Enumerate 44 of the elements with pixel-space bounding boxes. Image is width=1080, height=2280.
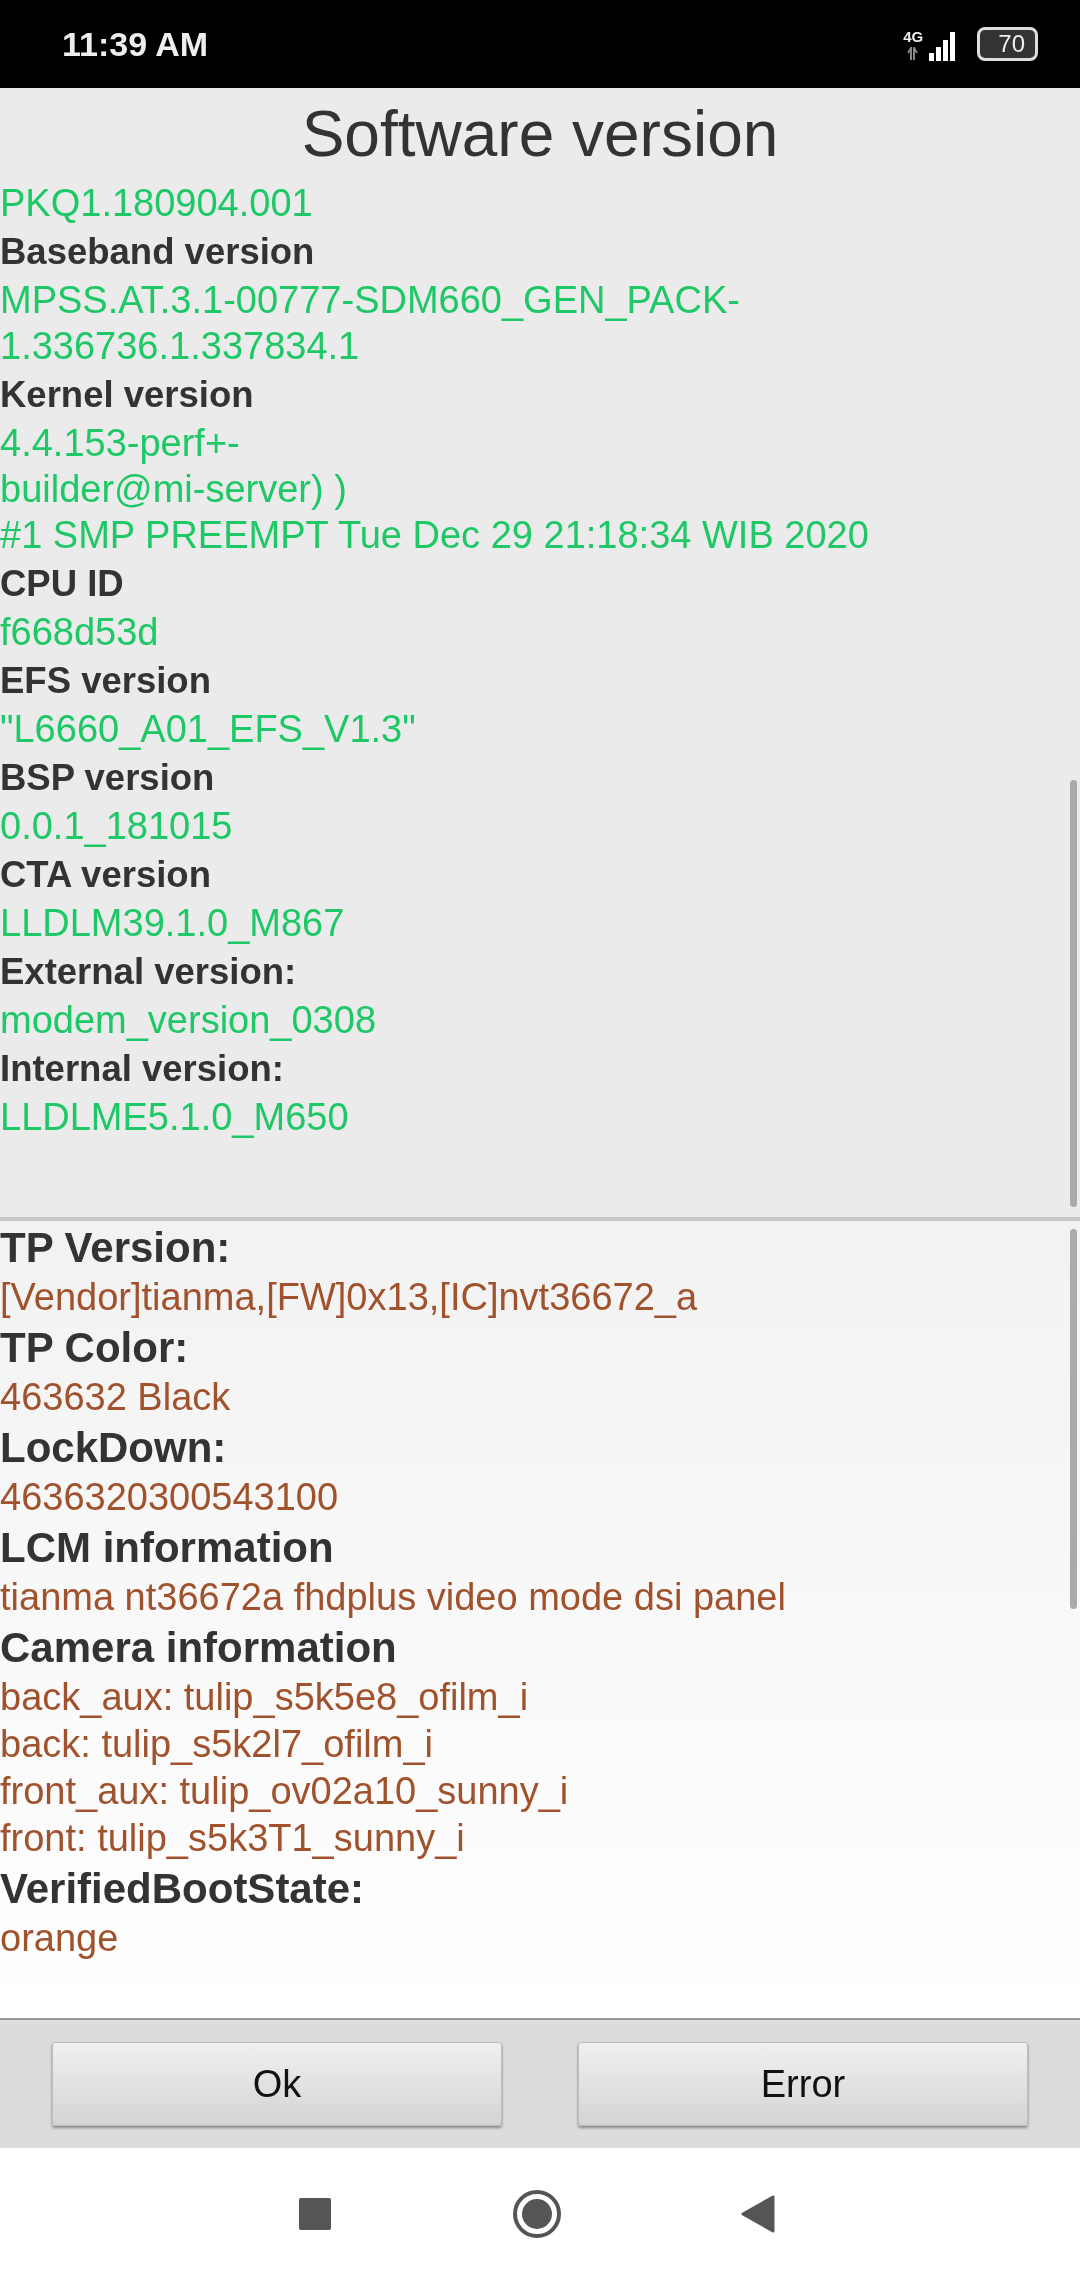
data-arrows-icon <box>907 46 920 60</box>
field-label: TP Color: <box>0 1323 190 1373</box>
field-label: VerifiedBootState: <box>0 1864 366 1914</box>
field-label: External version: <box>0 950 298 994</box>
field-value: MPSS.AT.3.1-00777-SDM660_GEN_PACK-1.336736.1.337834.1 <box>0 278 741 369</box>
field-label: LCM information <box>0 1523 335 1573</box>
back-icon[interactable] <box>741 2195 775 2233</box>
field-value: LLDLME5.1.0_M650 <box>0 1095 350 1140</box>
field-label: LockDown: <box>0 1423 228 1473</box>
status-time: 11:39 AM <box>62 24 209 64</box>
field-value: PKQ1.180904.001 <box>0 181 314 226</box>
field-value: front: tulip_s5k3T1_sunny_i <box>0 1816 466 1861</box>
field-label: Camera information <box>0 1623 398 1673</box>
field-label: CPU ID <box>0 562 125 606</box>
field-value: front_aux: tulip_ov02a10_sunny_i <box>0 1769 570 1814</box>
field-label: Internal version: <box>0 1047 285 1091</box>
field-value: orange <box>0 1916 120 1961</box>
field-label: TP Version: <box>0 1223 232 1273</box>
field-value: back_aux: tulip_s5k5e8_ofilm_i <box>0 1675 530 1720</box>
field-value: modem_version_0308 <box>0 998 377 1043</box>
field-value: #1 SMP PREEMPT Tue Dec 29 21:18:34 WIB 2020 <box>0 513 870 558</box>
field-value: builder@mi-server) ) <box>0 467 348 512</box>
field-value: 4.4.153-perf+- <box>0 421 241 466</box>
field-label: Baseband version <box>0 230 316 274</box>
field-label: Kernel version <box>0 373 255 417</box>
field-label: EFS version <box>0 659 212 703</box>
field-value: 0.0.1_181015 <box>0 804 234 849</box>
error-button[interactable]: Error <box>578 2042 1028 2126</box>
field-value: LLDLM39.1.0_M867 <box>0 901 346 946</box>
field-value: 4636320300543100 <box>0 1475 340 1520</box>
field-value: 463632 Black <box>0 1375 232 1420</box>
field-value: back: tulip_s5k2l7_ofilm_i <box>0 1722 434 1767</box>
field-value: f668d53d <box>0 610 160 655</box>
ok-button[interactable]: Ok <box>52 2042 502 2126</box>
home-icon[interactable] <box>511 2189 562 2239</box>
field-label: CTA version <box>0 853 212 897</box>
screen-title: Software version <box>0 88 1080 180</box>
field-value: [Vendor]tianma,[FW]0x13,[IC]nvt36672_a <box>0 1275 699 1320</box>
recents-icon[interactable] <box>298 2197 332 2231</box>
network-type: 4G <box>903 28 924 45</box>
battery-level: 70 <box>977 27 1038 61</box>
field-value: tianma nt36672a fhdplus video mode dsi panel <box>0 1575 787 1620</box>
field-value: "L6660_A01_EFS_V1.3" <box>0 707 417 752</box>
field-label: BSP version <box>0 756 216 800</box>
